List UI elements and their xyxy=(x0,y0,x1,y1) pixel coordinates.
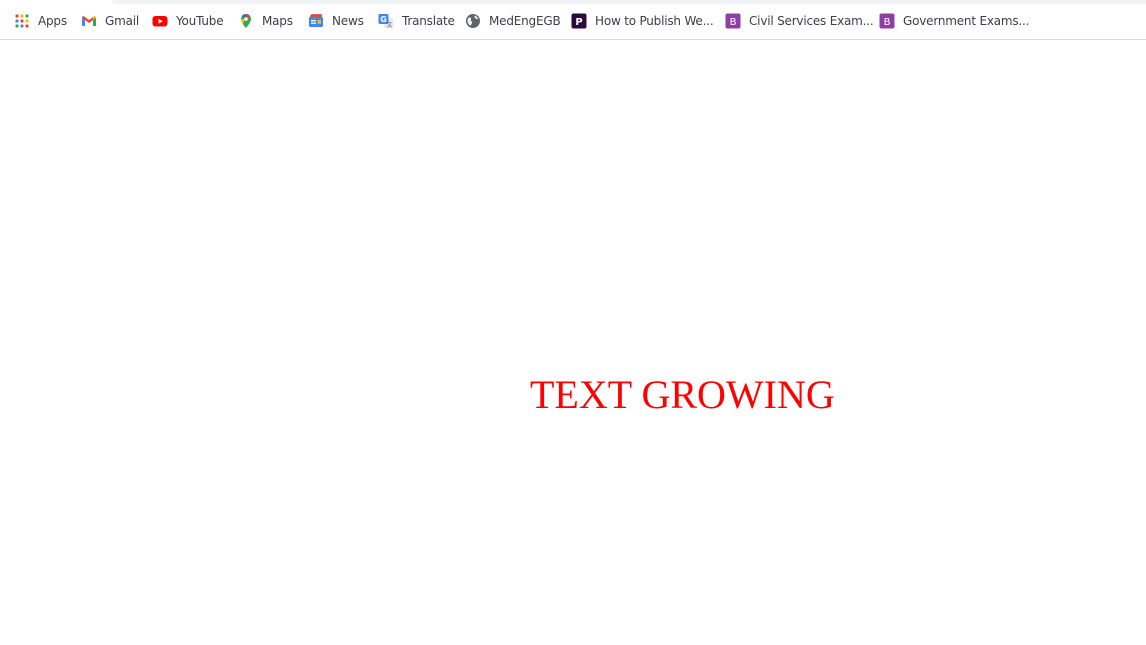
svg-text:B: B xyxy=(730,17,737,28)
bookmarks-bar: Apps Gmail YouTube Maps News G 文 Transla… xyxy=(0,4,1146,40)
globe-icon xyxy=(465,13,481,29)
maps-pin-icon xyxy=(238,13,254,29)
purple-b-icon: B xyxy=(879,13,895,29)
svg-text:文: 文 xyxy=(386,21,392,29)
purple-p-icon: P xyxy=(571,13,587,29)
page-content: TEXT GROWING xyxy=(0,40,1146,645)
bookmark-government-exams[interactable]: B Government Exams... xyxy=(873,9,1035,33)
bookmark-translate[interactable]: G 文 Translate xyxy=(372,9,461,33)
svg-text:B: B xyxy=(884,17,891,28)
bookmark-label: Maps xyxy=(262,14,293,28)
purple-b-icon: B xyxy=(725,13,741,29)
bookmark-how-to-publish[interactable]: P How to Publish We... xyxy=(565,9,719,33)
svg-text:P: P xyxy=(575,17,582,28)
bookmark-label: Apps xyxy=(38,14,67,28)
bookmark-label: Gmail xyxy=(105,14,140,28)
gmail-icon xyxy=(81,13,97,29)
bookmark-medengegb[interactable]: MedEngEGB xyxy=(459,9,566,33)
apps-grid-icon xyxy=(14,13,30,29)
bookmark-apps[interactable]: Apps xyxy=(8,9,73,33)
bookmark-youtube[interactable]: YouTube xyxy=(146,9,229,33)
growing-text: TEXT GROWING xyxy=(530,372,835,417)
bookmark-label: YouTube xyxy=(176,14,224,28)
bookmark-civil-services[interactable]: B Civil Services Exam... xyxy=(719,9,879,33)
bookmark-label: MedEngEGB xyxy=(489,14,561,28)
youtube-icon xyxy=(152,13,168,29)
google-translate-icon: G 文 xyxy=(378,13,394,29)
bookmark-label: Civil Services Exam... xyxy=(749,14,874,28)
bookmark-news[interactable]: News xyxy=(302,9,370,33)
bookmark-label: Government Exams... xyxy=(903,14,1030,28)
google-news-icon xyxy=(308,13,324,29)
bookmark-gmail[interactable]: Gmail xyxy=(75,9,145,33)
bookmark-label: News xyxy=(332,14,364,28)
bookmark-maps[interactable]: Maps xyxy=(232,9,299,33)
bookmark-label: How to Publish We... xyxy=(595,14,714,28)
bookmark-label: Translate xyxy=(402,14,455,28)
